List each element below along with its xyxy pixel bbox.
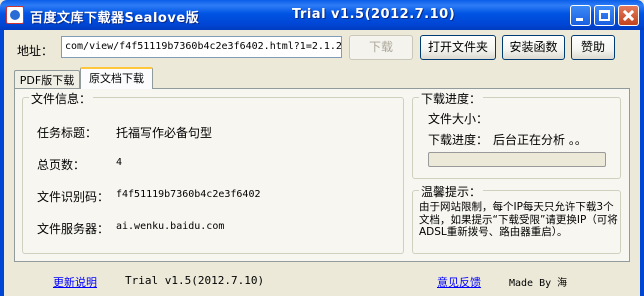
window-frame-left (0, 30, 4, 296)
install-function-button[interactable]: 安装函数 (502, 35, 565, 60)
maximize-icon (599, 10, 610, 21)
window-frame-right (640, 30, 644, 296)
minimize-icon (576, 18, 583, 21)
window-title: 百度文库下载器Sealove版 (30, 11, 200, 26)
window-version-title: Trial v1.5(2012.7.10) (292, 7, 456, 22)
file-id-value: f4f51119b7360b4c2e3f6402 (116, 189, 261, 200)
close-button[interactable] (618, 5, 639, 26)
file-server-value: ai.wenku.baidu.com (116, 221, 225, 232)
task-title-value: 托福写作必备句型 (116, 126, 213, 140)
minimize-button[interactable] (570, 5, 591, 26)
file-size-label: 文件大小： (428, 112, 489, 126)
close-icon (619, 6, 638, 25)
version-label: Trial v1.5(2012.7.10) (125, 274, 265, 287)
page-count-label: 总页数： (37, 158, 86, 172)
file-id-label: 文件识别码： (37, 190, 110, 204)
address-label: 地址： (17, 44, 54, 58)
made-by-label: Made By 海 (509, 278, 568, 289)
tab-pdf-download[interactable]: PDF版下载 (14, 70, 80, 88)
donate-button[interactable]: 赞助 (571, 35, 615, 60)
app-icon (6, 6, 24, 24)
task-title-label: 任务标题： (37, 126, 98, 140)
page-count-value: 4 (116, 157, 123, 168)
progress-status: 后台正在分析 。。 (493, 133, 587, 147)
file-info-legend: 文件信息： (29, 90, 94, 107)
maximize-button[interactable] (594, 5, 615, 26)
tips-text: 由于网站限制，每个IP每天只允许下载3个文档，如果提示“下载受限”请更换IP（可… (419, 201, 618, 238)
download-progress-bar (428, 152, 606, 167)
title-bar[interactable]: 百度文库下载器Sealove版 Trial v1.5(2012.7.10) (0, 0, 644, 30)
tab-original-download[interactable]: 原文档下载 (80, 67, 153, 89)
progress-label: 下载进度： (428, 133, 489, 147)
feedback-link[interactable]: 意见反馈 (437, 274, 481, 290)
tips-legend: 温馨提示： (419, 183, 484, 200)
file-server-label: 文件服务器： (37, 222, 110, 236)
update-notes-link[interactable]: 更新说明 (53, 274, 97, 290)
open-folder-button[interactable]: 打开文件夹 (420, 35, 496, 60)
address-input[interactable]: com/view/f4f51119b7360b4c2e3f6402.html?1… (61, 36, 342, 58)
download-button[interactable]: 下载 (349, 35, 413, 60)
download-progress-legend: 下载进度： (419, 90, 484, 107)
